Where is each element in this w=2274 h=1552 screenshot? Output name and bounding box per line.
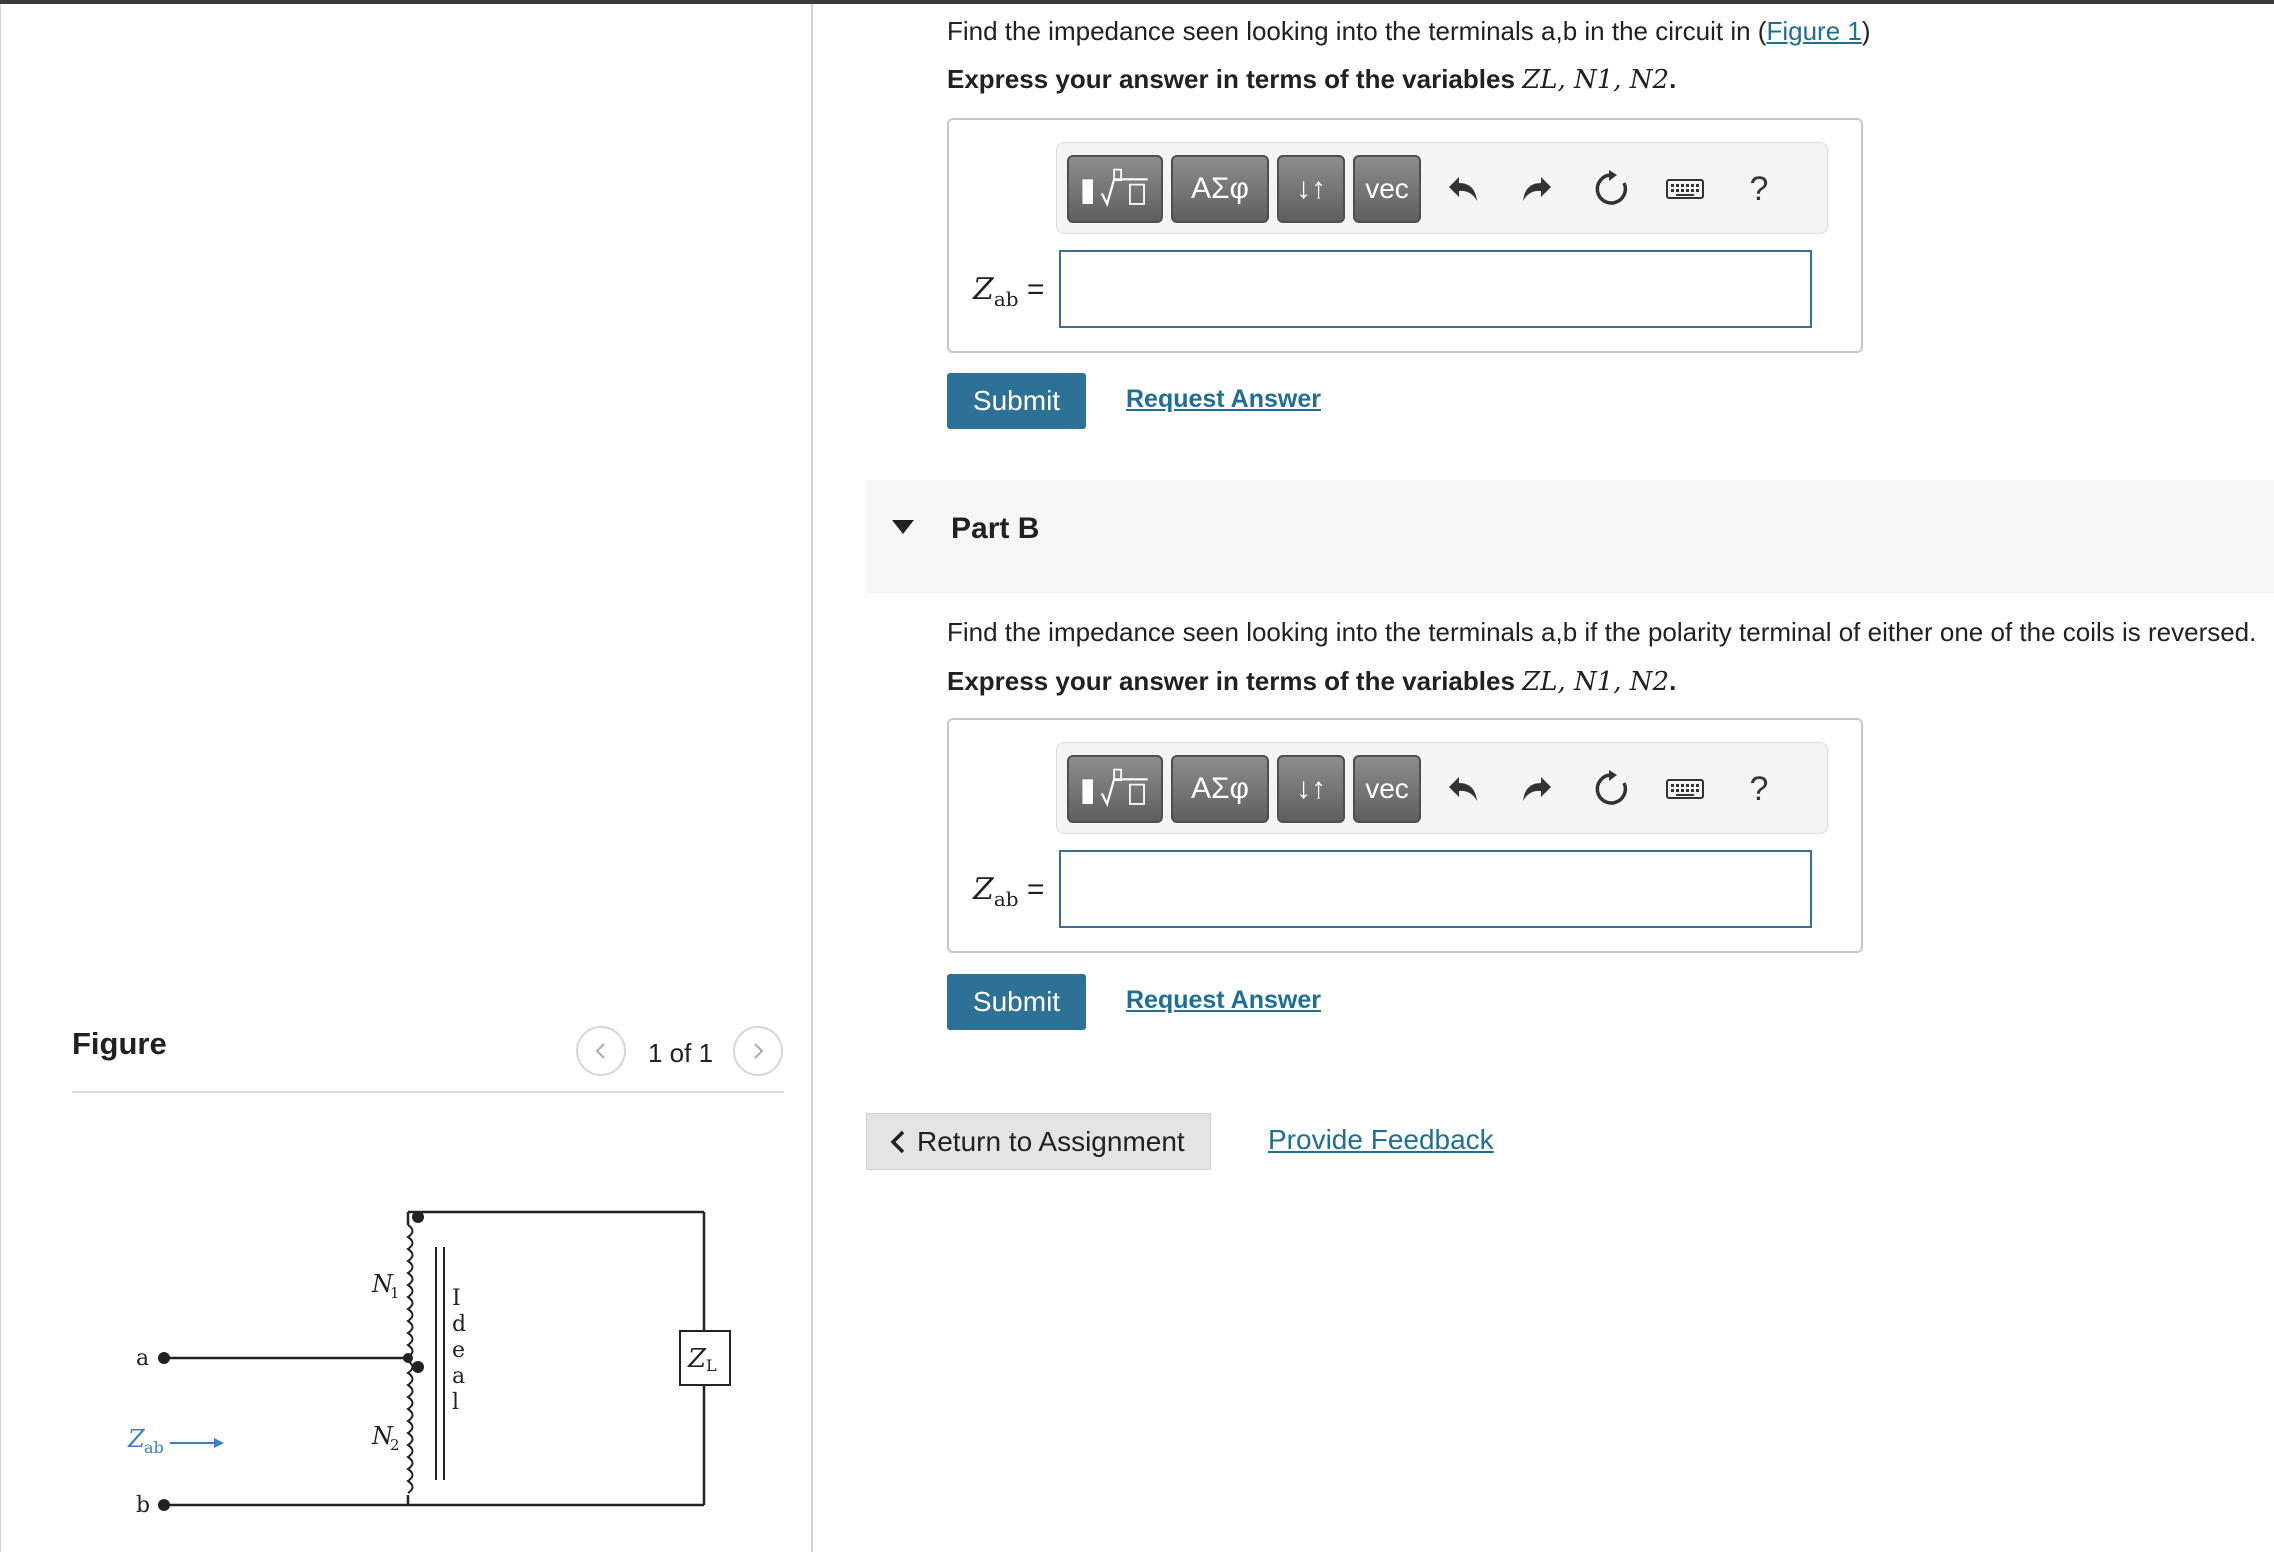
svg-text:d: d (452, 1312, 466, 1337)
polarity-dot-n2 (412, 1361, 424, 1373)
terminal-a-label: a (136, 1346, 149, 1371)
reset-icon[interactable] (1583, 159, 1639, 219)
help-icon[interactable]: ? (1731, 759, 1787, 819)
vector-button[interactable]: vec (1353, 755, 1421, 823)
n2-sub: 2 (390, 1436, 400, 1454)
templates-button[interactable] (1067, 155, 1163, 223)
redo-icon[interactable] (1509, 759, 1565, 819)
templates-icon (1082, 768, 1148, 807)
redo-icon[interactable] (1509, 159, 1565, 219)
greek-symbols-button[interactable]: ΑΣφ (1171, 155, 1269, 223)
part-b-question: Find the impedance seen looking into the… (947, 617, 2257, 647)
terminal-b-dot (158, 1499, 170, 1511)
terminal-b-label: b (136, 1493, 150, 1518)
svg-text:e: e (452, 1338, 465, 1363)
panel-divider[interactable] (811, 4, 813, 1552)
reset-icon[interactable] (1583, 759, 1639, 819)
part-a-request-answer-link[interactable]: Request Answer (1126, 385, 1321, 414)
part-a-answer-label: Zab = (973, 272, 1045, 311)
chevron-left-icon (595, 1043, 605, 1059)
n1-sub: 1 (390, 1284, 400, 1302)
svg-text:a: a (452, 1364, 465, 1389)
figure-pager: 1 of 1 (648, 1038, 714, 1068)
part-b-title: Part B (951, 512, 1040, 545)
figure-link[interactable]: Figure 1 (1766, 16, 1861, 46)
part-a-answer-box: ΑΣφ ↓↑ vec ? Zab = (947, 118, 1863, 353)
load-label: Z (687, 1344, 707, 1374)
subscript-superscript-button[interactable]: ↓↑ (1277, 155, 1345, 223)
templates-icon (1082, 168, 1148, 207)
templates-button[interactable] (1067, 755, 1163, 823)
undo-icon[interactable] (1435, 159, 1491, 219)
part-b-answer-label: Zab = (973, 872, 1045, 911)
part-b-variables: ZL, N1, N2 (1522, 667, 1670, 697)
part-a-instructions: Express your answer in terms of the vari… (947, 64, 1677, 95)
subscript-superscript-button[interactable]: ↓↑ (1277, 755, 1345, 823)
terminal-a-dot (158, 1352, 170, 1364)
part-a-submit-button[interactable]: Submit (947, 373, 1086, 429)
part-b-submit-button[interactable]: Submit (947, 974, 1086, 1030)
return-label: Return to Assignment (917, 1125, 1185, 1157)
part-b-answer-input[interactable] (1059, 850, 1812, 928)
figure-next-button[interactable] (733, 1026, 783, 1076)
figure-prev-button[interactable] (576, 1026, 626, 1076)
figure-title: Figure (72, 1026, 167, 1061)
part-b-answer-box: ΑΣφ ↓↑ vec ? Zab = (947, 718, 1863, 953)
keyboard-icon[interactable] (1657, 759, 1713, 819)
chevron-right-icon (754, 1043, 764, 1059)
svg-text:I: I (452, 1286, 461, 1311)
circuit-diagram: Z L a b Z ab N 1 N 2 I d e a l (127, 1210, 731, 1518)
undo-icon[interactable] (1435, 759, 1491, 819)
part-b-math-toolbar: ΑΣφ ↓↑ vec ? (1056, 742, 1828, 834)
figure-divider (72, 1091, 784, 1093)
part-b-request-answer-link[interactable]: Request Answer (1126, 986, 1321, 1015)
core-label: I d e a l (452, 1286, 466, 1415)
svg-text:l: l (452, 1390, 459, 1415)
left-border (0, 4, 1, 1552)
greek-symbols-button[interactable]: ΑΣφ (1171, 755, 1269, 823)
caret-down-icon[interactable] (892, 520, 914, 534)
part-b-instructions: Express your answer in terms of the vari… (947, 666, 1677, 697)
part-b-header[interactable]: Part B (866, 480, 2274, 593)
part-a-math-toolbar: ΑΣφ ↓↑ vec ? (1056, 142, 1828, 234)
polarity-dot-n1 (412, 1211, 424, 1223)
part-a-answer-input[interactable] (1059, 250, 1812, 328)
zab-sub: ab (144, 1438, 164, 1457)
chevron-left-icon (890, 1130, 905, 1153)
return-to-assignment-button[interactable]: Return to Assignment (866, 1113, 1211, 1170)
part-a-variables: ZL, N1, N2 (1522, 65, 1670, 95)
keyboard-icon[interactable] (1657, 159, 1713, 219)
help-icon[interactable]: ? (1731, 159, 1787, 219)
top-bar (0, 0, 2274, 4)
provide-feedback-link[interactable]: Provide Feedback (1268, 1124, 1494, 1156)
vector-button[interactable]: vec (1353, 155, 1421, 223)
part-a-question: Find the impedance seen looking into the… (947, 16, 1871, 46)
load-sub: L (706, 1356, 717, 1375)
